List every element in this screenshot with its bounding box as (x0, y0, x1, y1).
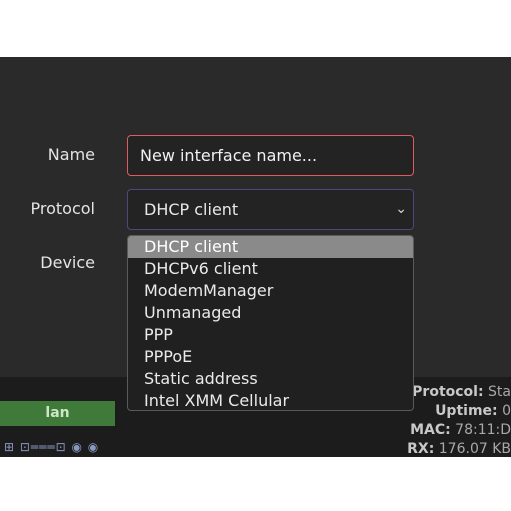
interface-stats: Protocol: Sta Uptime: 0 MAC: 78:11:D RX:… (405, 383, 511, 459)
screen: lan ⊞ ⊡═══⊡ ◉ ◉ Protocol: Sta Uptime: 0 … (0, 0, 511, 511)
protocol-selected-value: DHCP client (144, 200, 239, 219)
option-modemmanager[interactable]: ModemManager (128, 280, 413, 302)
interface-name-input[interactable]: New interface name... (127, 135, 414, 176)
name-label: Name (47, 145, 95, 164)
option-static-address[interactable]: Static address (128, 368, 413, 390)
device-label: Device (40, 253, 95, 272)
network-port-icons: ⊞ ⊡═══⊡ ◉ ◉ (4, 440, 100, 454)
protocol-label: Protocol (30, 199, 95, 218)
option-dhcp-client[interactable]: DHCP client (128, 236, 413, 258)
stat-mac: MAC: 78:11:D (410, 422, 511, 438)
option-intel-xmm-cellular[interactable]: Intel XMM Cellular (128, 390, 413, 410)
stat-rx: RX: 176.07 KB (407, 441, 511, 457)
stat-protocol: Protocol: Sta (412, 384, 511, 400)
lan-interface-badge[interactable]: lan (0, 401, 115, 426)
option-ppp[interactable]: PPP (128, 324, 413, 346)
option-pppoe[interactable]: PPPoE (128, 346, 413, 368)
option-dhcpv6-client[interactable]: DHCPv6 client (128, 258, 413, 280)
option-unmanaged[interactable]: Unmanaged (128, 302, 413, 324)
protocol-select[interactable]: DHCP client ⌄ (127, 189, 414, 230)
chevron-down-icon: ⌄ (395, 201, 407, 217)
stat-uptime: Uptime: 0 (435, 403, 511, 419)
protocol-dropdown-list: DHCP client DHCPv6 client ModemManager U… (127, 235, 414, 411)
